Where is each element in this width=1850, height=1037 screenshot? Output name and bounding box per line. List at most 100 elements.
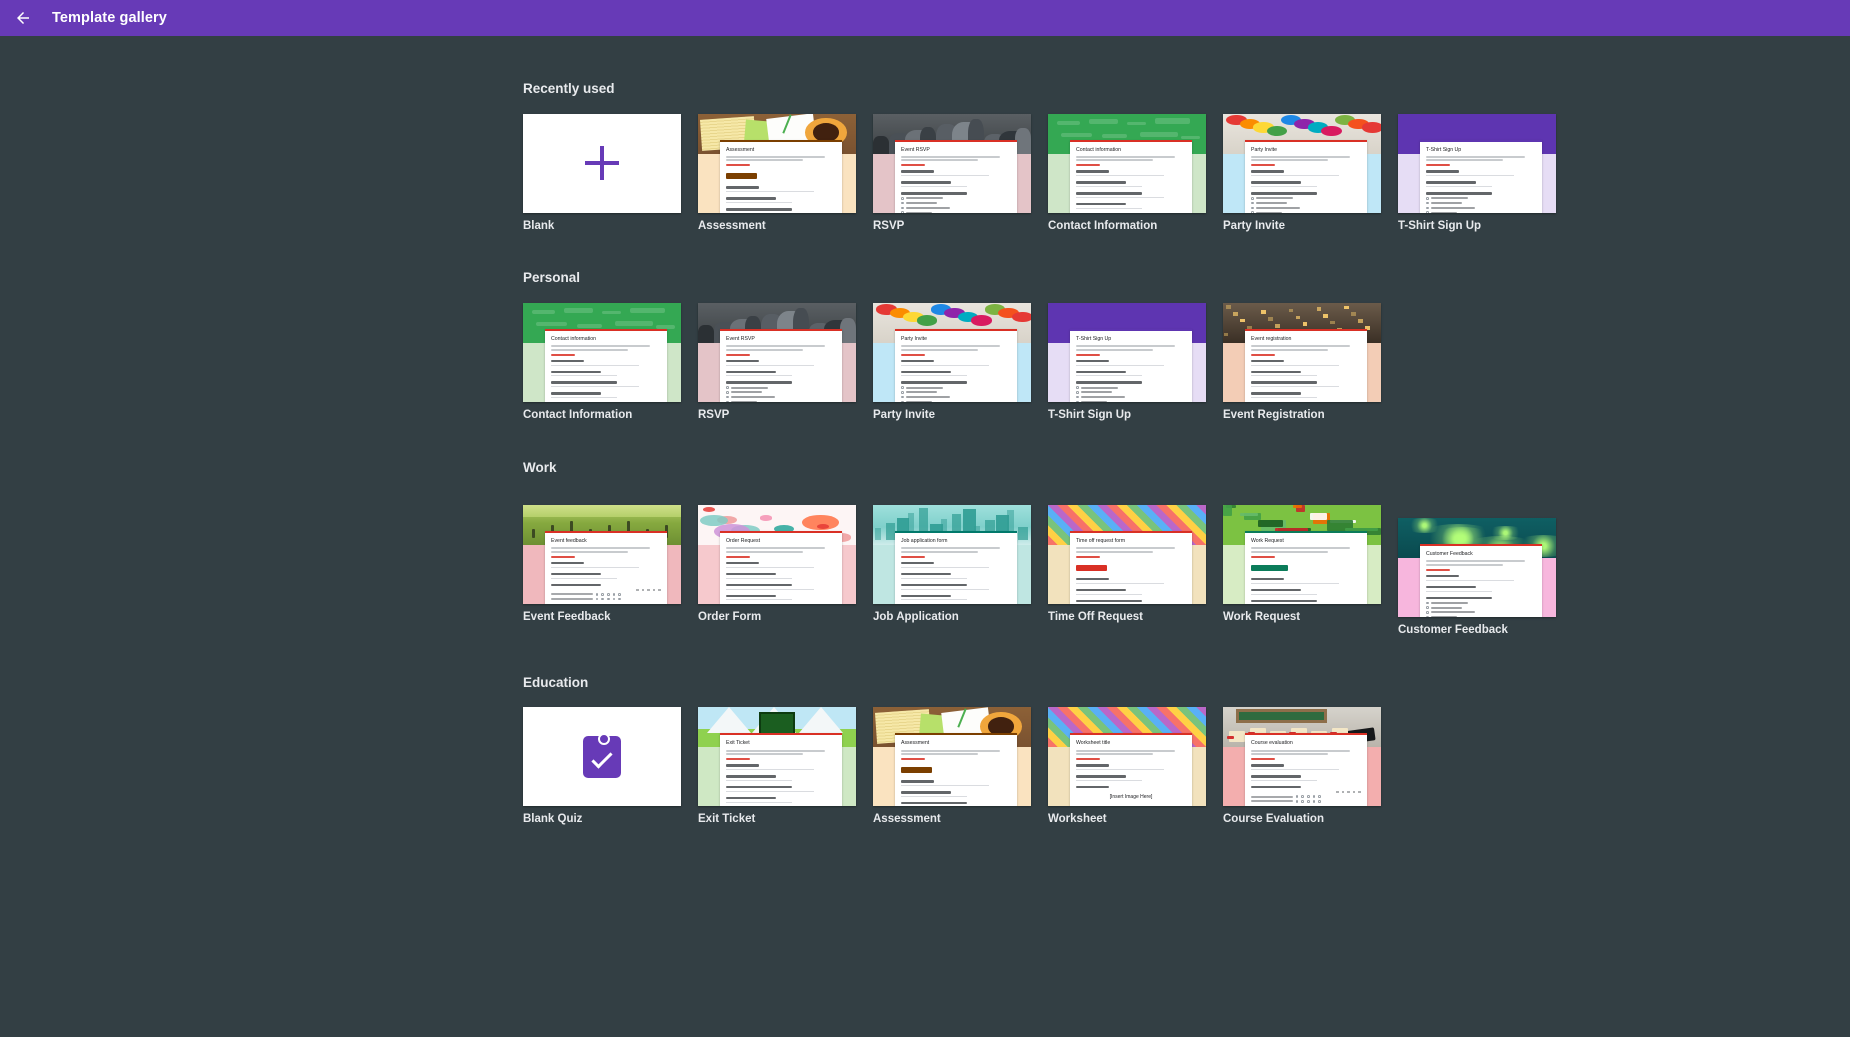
template-card[interactable]: Job application form Job Application [873, 492, 1048, 638]
template-label: Job Application [873, 611, 959, 624]
template-card[interactable]: Party Invite Party Invite [873, 302, 1048, 423]
template-thumbnail[interactable]: Work Request [1223, 505, 1381, 605]
thumb-question-label [1076, 786, 1109, 789]
thumb-form-title: Job application form [901, 538, 948, 545]
thumb-form-card: Work Request [1245, 531, 1367, 605]
template-card[interactable]: Time off request form Time Off Request [1048, 492, 1223, 638]
thumb-required-note [901, 758, 926, 761]
template-card[interactable]: Assessment Assessment [698, 113, 873, 234]
thumb-answer-line [1426, 175, 1514, 177]
template-thumbnail[interactable]: Event RSVP [698, 302, 856, 402]
template-card[interactable]: Event registration Event Registration [1223, 302, 1398, 423]
template-thumbnail[interactable]: Course evaluation [1223, 707, 1381, 807]
template-card[interactable]: Work Request Work Request [1223, 492, 1398, 638]
template-thumbnail[interactable]: Order Request [698, 505, 856, 605]
template-thumbnail[interactable]: T-Shirt Sign Up [1398, 113, 1556, 213]
template-thumbnail[interactable]: Customer Feedback [1398, 518, 1556, 618]
section-education: Education Blank Quiz Exit Ticket Exit Ticke… [0, 638, 1850, 827]
template-thumbnail[interactable]: Contact information [523, 302, 681, 402]
thumb-preview: Worksheet title [Insert Image Here] [1048, 707, 1206, 807]
section-title: Work [523, 459, 557, 475]
template-thumbnail[interactable]: Job application form [873, 505, 1031, 605]
template-card[interactable]: Party Invite Party Invite [1223, 113, 1398, 234]
back-button[interactable] [10, 5, 36, 31]
thumb-form-card: Event feedback [545, 531, 667, 605]
template-thumbnail[interactable]: Exit Ticket [698, 707, 856, 807]
template-thumbnail[interactable]: Contact information [1048, 113, 1206, 213]
template-card[interactable]: Customer Feedback Customer Feedback [1398, 518, 1573, 638]
template-label: Party Invite [1223, 219, 1285, 232]
thumb-answer-line [901, 566, 989, 568]
template-card[interactable]: T-Shirt Sign Up T-Shirt Sign Up [1398, 113, 1573, 234]
section-title: Recently used [523, 81, 615, 96]
thumb-question-label [1076, 588, 1126, 592]
template-thumbnail[interactable] [523, 113, 681, 213]
thumb-question-label [901, 583, 967, 587]
template-card[interactable]: Exit Ticket Exit Ticket [698, 707, 873, 827]
thumb-question-label [1426, 574, 1459, 578]
template-thumbnail[interactable]: Party Invite [873, 302, 1031, 402]
thumb-form-title: Contact information [1076, 146, 1121, 153]
thumb-desc-line [726, 753, 803, 756]
thumb-preview: T-Shirt Sign Up [1398, 113, 1556, 213]
template-thumbnail[interactable]: Event feedback [523, 505, 681, 605]
thumb-answer-line [1076, 207, 1142, 209]
thumb-required-note [1076, 555, 1101, 558]
template-thumbnail[interactable]: Party Invite [1223, 113, 1381, 213]
template-card[interactable]: Contact information Contact Information [523, 302, 698, 423]
template-thumbnail[interactable]: Event registration [1223, 302, 1381, 402]
gallery-scroll-area[interactable]: Recently used Blank Assessment Assessment Ev… [0, 36, 1850, 1037]
template-thumbnail[interactable]: T-Shirt Sign Up [1048, 302, 1206, 402]
thumb-answer-line [1076, 769, 1164, 771]
thumb-desc-line [1076, 155, 1175, 158]
thumb-form-title: Assessment [726, 146, 755, 153]
thumb-question-label [1251, 786, 1301, 789]
template-card[interactable]: Blank [523, 113, 698, 234]
thumb-desc-line [901, 550, 978, 553]
thumb-answer-line [901, 577, 967, 579]
thumb-form-title: Order Request [726, 538, 761, 545]
template-card[interactable]: Worksheet title [Insert Image Here] Worksh… [1048, 707, 1223, 827]
thumb-answer-line [726, 202, 792, 204]
thumb-answer-line [1251, 175, 1339, 177]
thumb-form-title: Assessment [901, 740, 930, 747]
template-label: Event Registration [1223, 408, 1325, 421]
template-thumbnail[interactable]: Assessment [698, 113, 856, 213]
template-card[interactable]: Blank Quiz [523, 707, 698, 827]
thumb-question-label [726, 572, 776, 576]
thumb-answer-line [551, 566, 639, 568]
thumb-form-card: T-Shirt Sign Up [1070, 328, 1192, 402]
template-card[interactable]: Course evaluation Course Evaluation [1223, 707, 1398, 827]
thumb-question-label [1251, 359, 1284, 363]
template-thumbnail[interactable]: Worksheet title [Insert Image Here] [1048, 707, 1206, 807]
template-thumbnail[interactable]: Assessment [873, 707, 1031, 807]
template-card[interactable]: Order Request Order Form [698, 492, 873, 638]
thumb-option [1076, 386, 1186, 389]
template-card[interactable]: Contact information Contact Information [1048, 113, 1223, 234]
thumb-question-label [1251, 392, 1301, 395]
template-label: RSVP [698, 408, 730, 421]
thumb-preview: Event feedback [523, 505, 681, 605]
arrow-left-icon [14, 9, 32, 27]
template-card[interactable]: T-Shirt Sign Up T-Shirt Sign Up [1048, 302, 1223, 423]
template-thumbnail[interactable] [523, 707, 681, 807]
template-label: Assessment [873, 813, 941, 826]
thumb-question-label [1251, 181, 1301, 184]
thumb-option [1251, 197, 1361, 200]
thumb-answer-line [1076, 364, 1164, 366]
template-card[interactable]: Event RSVP RSVP [873, 113, 1048, 234]
thumb-preview: Party Invite [873, 302, 1031, 402]
thumb-question-label [1251, 764, 1284, 767]
template-thumbnail[interactable]: Time off request form [1048, 505, 1206, 605]
thumb-answer-line [901, 364, 989, 366]
template-thumbnail[interactable]: Event RSVP [873, 113, 1031, 213]
thumb-desc-line [901, 159, 978, 162]
template-card[interactable]: Event RSVP RSVP [698, 302, 873, 423]
template-card[interactable]: Event feedback Event Feedback [523, 492, 698, 638]
thumb-answer-line [726, 566, 814, 568]
thumb-desc-line [1251, 159, 1328, 162]
template-label: Contact Information [1048, 219, 1158, 232]
thumb-question-label [726, 786, 792, 789]
template-label: Assessment [698, 219, 766, 232]
template-card[interactable]: Assessment Assessment [873, 707, 1048, 827]
